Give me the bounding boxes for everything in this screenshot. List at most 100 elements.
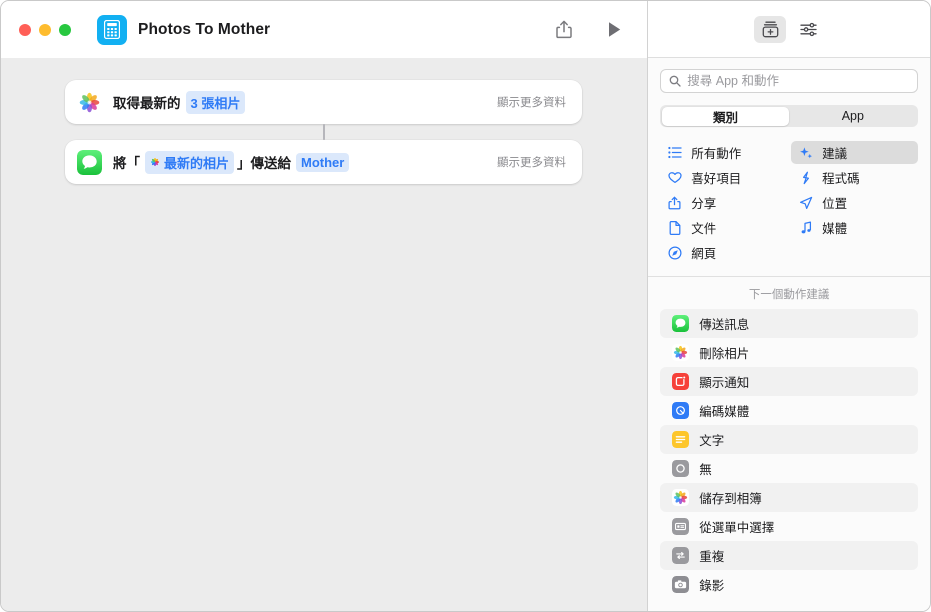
token-label: 3 張相片	[191, 93, 241, 112]
action-text-part: 取得最新的	[113, 92, 181, 112]
list-item-label: 刪除相片	[699, 343, 749, 362]
category-label: 分享	[691, 193, 716, 212]
suggestions-header: 下一個動作建議	[648, 277, 930, 309]
messages-app-icon	[672, 315, 689, 332]
list-item[interactable]: 錄影	[660, 570, 918, 599]
search-field[interactable]	[660, 69, 918, 93]
heart-icon	[667, 170, 682, 185]
category-label: 位置	[822, 193, 847, 212]
category-favorites[interactable]: 喜好項目	[660, 166, 787, 189]
category-media[interactable]: 媒體	[791, 216, 918, 239]
list-icon	[667, 145, 682, 160]
token-label: 最新的相片	[164, 153, 229, 172]
play-icon[interactable]	[597, 15, 631, 45]
share-icon	[667, 195, 682, 210]
category-label: 建議	[822, 143, 847, 162]
shortcut-canvas: 取得最新的 3 張相片 顯示更多資料	[1, 58, 647, 611]
category-documents[interactable]: 文件	[660, 216, 787, 239]
category-web[interactable]: 網頁	[660, 241, 787, 264]
document-icon	[667, 220, 682, 235]
library-segmented-control[interactable]: 類別 App	[660, 105, 918, 127]
category-label: 喜好項目	[691, 168, 741, 187]
action-parameter-token-photos[interactable]: 最新的相片	[145, 151, 234, 174]
list-item-label: 無	[699, 459, 712, 478]
show-more-link[interactable]: 顯示更多資料	[497, 94, 568, 110]
photos-app-icon	[672, 344, 689, 361]
list-item-label: 編碼媒體	[699, 401, 749, 420]
list-item-label: 從選單中選擇	[699, 517, 774, 536]
search-icon	[669, 75, 681, 87]
token-label: Mother	[301, 155, 344, 170]
shortcut-editor-pane: Photos To Mother	[1, 1, 648, 611]
list-item[interactable]: 無	[660, 454, 918, 483]
code-bolt-icon	[798, 170, 813, 185]
shortcuts-calculator-icon	[97, 15, 127, 45]
list-item-label: 顯示通知	[699, 372, 749, 391]
category-label: 媒體	[822, 218, 847, 237]
list-item[interactable]: 重複	[660, 541, 918, 570]
action-card-send-message[interactable]: 將「	[65, 140, 582, 184]
nothing-icon	[672, 460, 689, 477]
encode-media-icon	[672, 402, 689, 419]
music-note-icon	[798, 220, 813, 235]
action-library-sidebar: 類別 App 所有動作	[648, 1, 930, 611]
safari-compass-icon	[667, 245, 682, 260]
category-label: 程式碼	[822, 168, 860, 187]
list-item-label: 錄影	[699, 575, 724, 594]
sliders-icon[interactable]	[792, 16, 824, 43]
notification-app-icon	[672, 373, 689, 390]
action-parameter-token-recipient[interactable]: Mother	[296, 153, 349, 172]
location-arrow-icon	[798, 195, 813, 210]
category-label: 網頁	[691, 243, 716, 262]
search-container	[648, 58, 930, 93]
photos-app-icon	[77, 90, 102, 115]
messages-app-icon	[77, 150, 102, 175]
show-more-link[interactable]: 顯示更多資料	[497, 154, 568, 170]
category-sharing[interactable]: 分享	[660, 191, 787, 214]
document-title[interactable]: Photos To Mother	[138, 21, 270, 39]
repeat-icon	[672, 547, 689, 564]
list-item[interactable]: 傳送訊息	[660, 309, 918, 338]
sidebar-toolbar	[648, 1, 930, 58]
shortcuts-window: Photos To Mother	[0, 0, 931, 612]
tab-categories[interactable]: 類別	[662, 107, 789, 126]
minimize-button[interactable]	[39, 24, 51, 36]
list-item[interactable]: 刪除相片	[660, 338, 918, 367]
list-item[interactable]: 顯示通知	[660, 367, 918, 396]
window-titlebar: Photos To Mother	[1, 1, 647, 58]
action-card-get-latest-photos[interactable]: 取得最新的 3 張相片 顯示更多資料	[65, 80, 582, 124]
list-item-label: 傳送訊息	[699, 314, 749, 333]
category-location[interactable]: 位置	[791, 191, 918, 214]
category-scripting[interactable]: 程式碼	[791, 166, 918, 189]
text-app-icon	[672, 431, 689, 448]
list-item[interactable]: 編碼媒體	[660, 396, 918, 425]
list-item[interactable]: 文字	[660, 425, 918, 454]
search-input[interactable]	[687, 74, 909, 88]
tab-apps[interactable]: App	[789, 107, 916, 126]
action-connector	[323, 124, 325, 140]
photos-app-icon	[672, 489, 689, 506]
list-item[interactable]: 從選單中選擇	[660, 512, 918, 541]
category-grid: 所有動作 建議 喜好項目	[648, 127, 930, 277]
action-library-icon[interactable]	[754, 16, 786, 43]
action-parameter-token[interactable]: 3 張相片	[186, 91, 246, 114]
category-suggestions[interactable]: 建議	[791, 141, 918, 164]
action-text-part: 將「	[113, 152, 140, 172]
category-label: 所有動作	[691, 143, 741, 162]
list-item-label: 重複	[699, 546, 724, 565]
traffic-lights	[19, 24, 71, 36]
category-all-actions[interactable]: 所有動作	[660, 141, 787, 164]
close-button[interactable]	[19, 24, 31, 36]
list-item-label: 文字	[699, 430, 724, 449]
list-item[interactable]: 儲存到相簿	[660, 483, 918, 512]
list-item-label: 儲存到相簿	[699, 488, 762, 507]
share-icon[interactable]	[547, 15, 581, 45]
category-label: 文件	[691, 218, 716, 237]
action-title: 取得最新的 3 張相片	[113, 91, 248, 114]
suggestions-list[interactable]: 傳送訊息	[648, 309, 930, 611]
zoom-button[interactable]	[59, 24, 71, 36]
sparkles-icon	[798, 145, 813, 160]
action-text-part: 」傳送給	[237, 152, 291, 172]
photos-dot-icon	[150, 157, 160, 167]
camera-icon	[672, 576, 689, 593]
